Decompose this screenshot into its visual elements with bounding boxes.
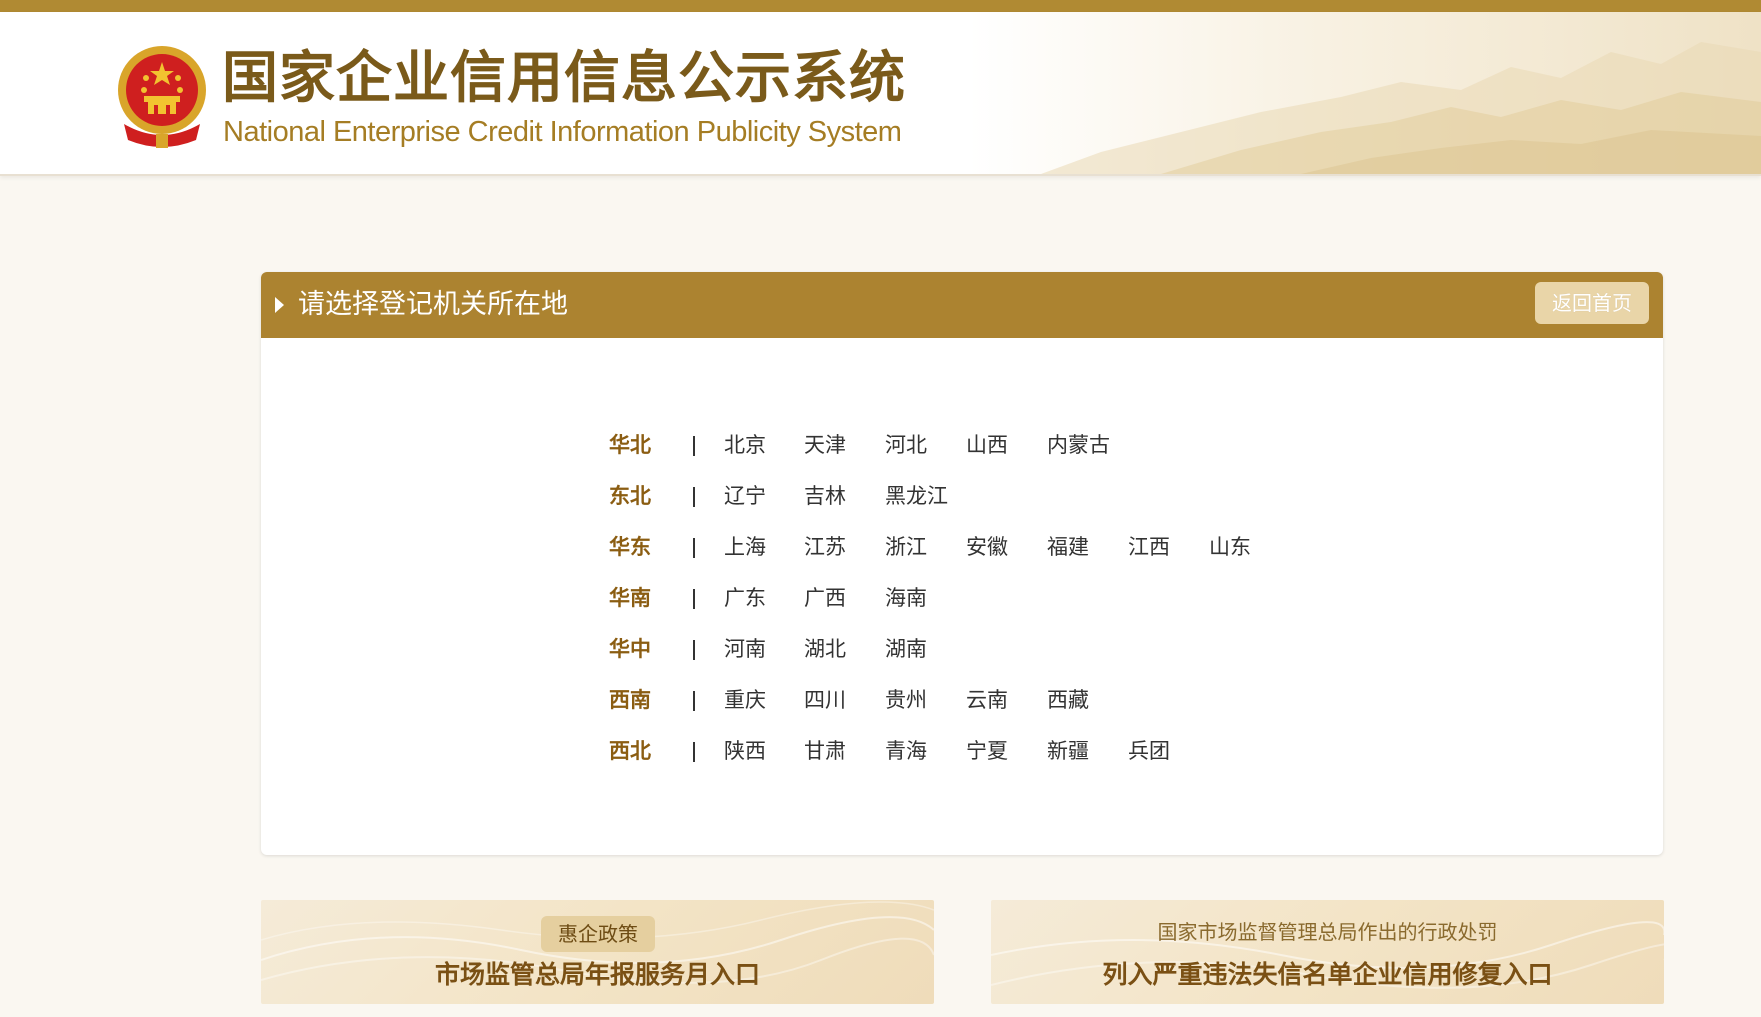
region-name: 西南 xyxy=(609,688,651,712)
annual-report-entry-label: 市场监管总局年报服务月入口 xyxy=(434,960,760,989)
region-divider xyxy=(693,436,695,456)
province-link[interactable]: 河北 xyxy=(885,430,927,460)
province-link[interactable]: 江西 xyxy=(1128,532,1170,562)
region-list: 华北 北京 天津 河北 山西 内蒙古 东北 辽宁 吉林 黑龙江 华东 上海 江苏… xyxy=(609,430,1509,787)
mountain-landscape-decoration xyxy=(1041,42,1761,174)
province-link[interactable]: 吉林 xyxy=(804,481,846,511)
region-name: 东北 xyxy=(609,484,651,508)
province-link[interactable]: 山东 xyxy=(1209,532,1251,562)
province-link[interactable]: 辽宁 xyxy=(724,481,766,511)
province-link[interactable]: 福建 xyxy=(1047,532,1089,562)
region-divider xyxy=(693,487,695,507)
province-link[interactable]: 贵州 xyxy=(885,685,927,715)
province-link[interactable]: 兵团 xyxy=(1128,736,1170,766)
site-title: 国家企业信用信息公示系统 xyxy=(222,46,906,111)
national-emblem-icon xyxy=(118,46,206,148)
province-link[interactable]: 湖北 xyxy=(804,634,846,664)
region-name: 华南 xyxy=(609,586,651,610)
region-name: 华东 xyxy=(609,535,651,559)
province-link[interactable]: 陕西 xyxy=(724,736,766,766)
region-row-xibei: 西北 陕西 甘肃 青海 宁夏 新疆 兵团 xyxy=(609,736,1509,787)
province-link[interactable]: 山西 xyxy=(966,430,1008,460)
site-header: 国家企业信用信息公示系统 National Enterprise Credit … xyxy=(0,12,1761,176)
region-select-panel: 请选择登记机关所在地 返回首页 华北 北京 天津 河北 山西 内蒙古 东北 辽宁… xyxy=(261,272,1663,855)
province-link[interactable]: 江苏 xyxy=(804,532,846,562)
credit-repair-entry-subtitle: 国家市场监督管理总局作出的行政处罚 xyxy=(1157,920,1498,944)
province-link[interactable]: 西藏 xyxy=(1047,685,1089,715)
credit-repair-entry-label: 列入严重违法失信名单企业信用修复入口 xyxy=(1102,960,1553,989)
province-link[interactable]: 河南 xyxy=(724,634,766,664)
return-home-button[interactable]: 返回首页 xyxy=(1535,282,1649,324)
province-link[interactable]: 北京 xyxy=(724,430,766,460)
region-name: 西北 xyxy=(609,739,651,763)
region-row-dongbei: 东北 辽宁 吉林 黑龙江 xyxy=(609,481,1509,532)
province-link[interactable]: 广西 xyxy=(804,583,846,613)
province-link[interactable]: 四川 xyxy=(804,685,846,715)
region-row-huazhong: 华中 河南 湖北 湖南 xyxy=(609,634,1509,685)
province-link[interactable]: 新疆 xyxy=(1047,736,1089,766)
province-link[interactable]: 上海 xyxy=(724,532,766,562)
province-link[interactable]: 内蒙古 xyxy=(1047,430,1110,460)
region-name: 华北 xyxy=(609,433,651,457)
province-link[interactable]: 宁夏 xyxy=(966,736,1008,766)
caret-right-icon xyxy=(275,297,284,313)
province-link[interactable]: 浙江 xyxy=(885,532,927,562)
province-link[interactable]: 广东 xyxy=(724,583,766,613)
region-row-huanan: 华南 广东 广西 海南 xyxy=(609,583,1509,634)
province-link[interactable]: 安徽 xyxy=(966,532,1008,562)
province-link[interactable]: 云南 xyxy=(966,685,1008,715)
region-name: 华中 xyxy=(609,637,651,661)
region-row-huadong: 华东 上海 江苏 浙江 安徽 福建 江西 山东 xyxy=(609,532,1509,583)
province-link[interactable]: 天津 xyxy=(804,430,846,460)
province-link[interactable]: 甘肃 xyxy=(804,736,846,766)
region-divider xyxy=(693,640,695,660)
annual-report-entry-banner[interactable]: 惠企政策 市场监管总局年报服务月入口 xyxy=(261,900,934,1004)
province-link[interactable]: 海南 xyxy=(885,583,927,613)
panel-title: 请选择登记机关所在地 xyxy=(298,289,568,320)
panel-header: 请选择登记机关所在地 返回首页 xyxy=(261,272,1663,338)
credit-repair-entry-banner[interactable]: 国家市场监督管理总局作出的行政处罚 列入严重违法失信名单企业信用修复入口 xyxy=(991,900,1664,1004)
top-accent-bar xyxy=(0,0,1761,12)
province-link[interactable]: 黑龙江 xyxy=(885,481,948,511)
region-divider xyxy=(693,691,695,711)
policy-tag: 惠企政策 xyxy=(541,916,655,952)
region-row-huabei: 华北 北京 天津 河北 山西 内蒙古 xyxy=(609,430,1509,481)
province-link[interactable]: 重庆 xyxy=(724,685,766,715)
region-row-xinan: 西南 重庆 四川 贵州 云南 西藏 xyxy=(609,685,1509,736)
site-subtitle: National Enterprise Credit Information P… xyxy=(223,116,902,148)
province-link[interactable]: 湖南 xyxy=(885,634,927,664)
region-divider xyxy=(693,742,695,762)
region-divider xyxy=(693,538,695,558)
region-divider xyxy=(693,589,695,609)
province-link[interactable]: 青海 xyxy=(885,736,927,766)
